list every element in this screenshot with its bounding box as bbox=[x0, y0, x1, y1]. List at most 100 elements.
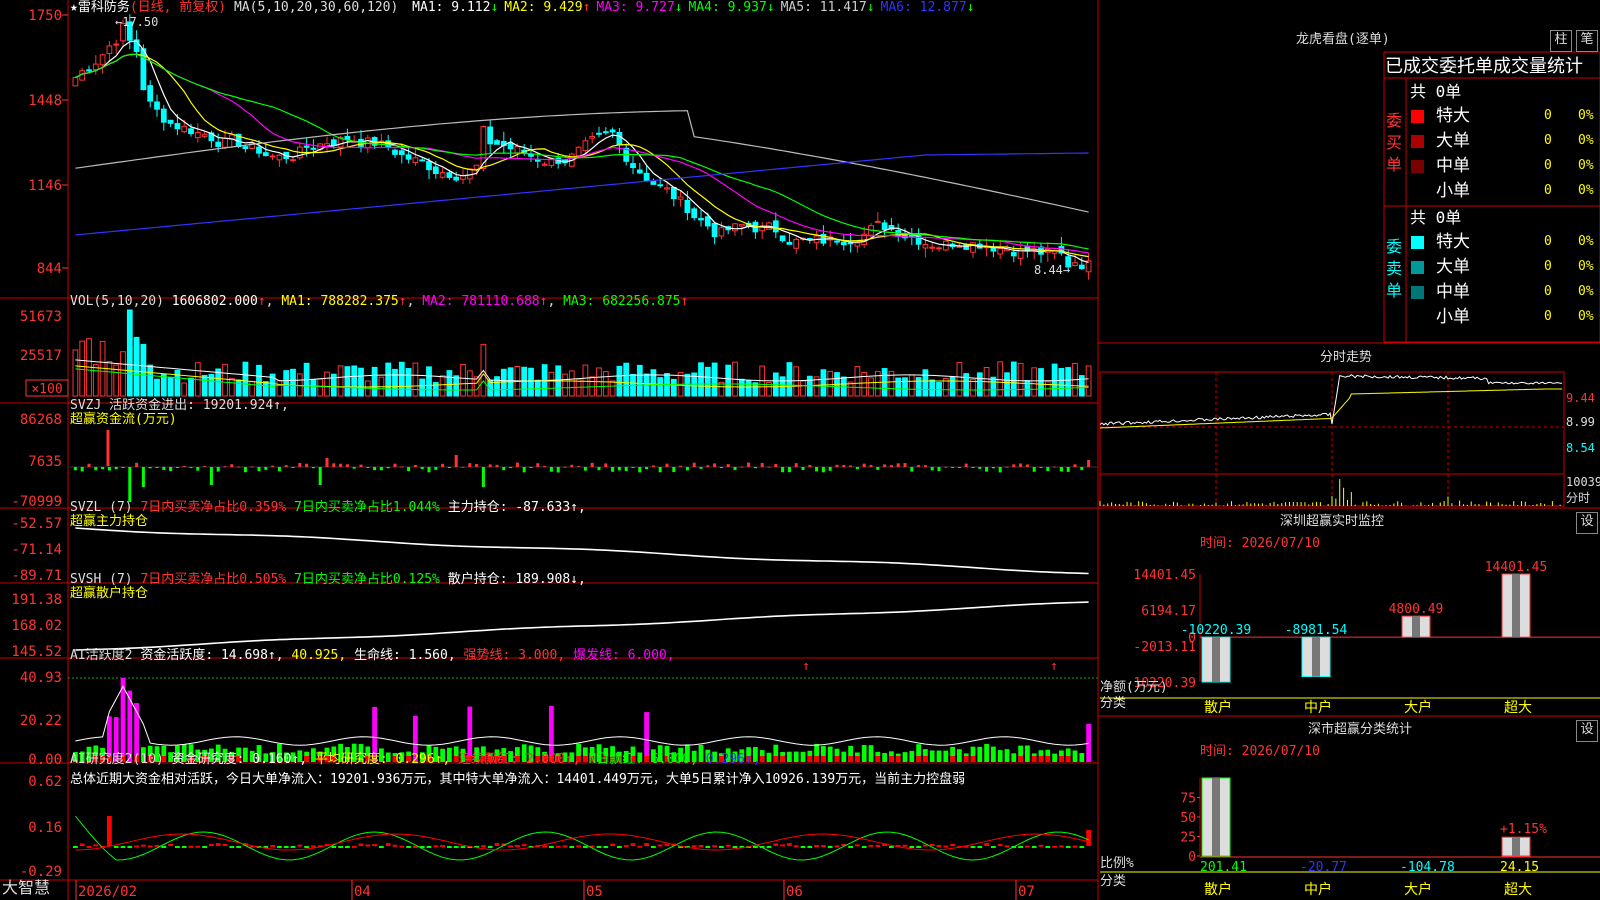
candle-body bbox=[657, 184, 664, 187]
svzj-bar bbox=[386, 467, 390, 469]
volume-bar bbox=[256, 364, 262, 397]
svzj-bar bbox=[597, 467, 601, 471]
svsh-y-tick-0: 191.38 bbox=[11, 592, 62, 608]
volume-bar bbox=[1024, 380, 1031, 397]
ai-research-bar bbox=[787, 843, 792, 846]
sz-class-cat-3: 超大 bbox=[1504, 882, 1532, 898]
svzj-bar bbox=[128, 467, 132, 502]
volume-bar bbox=[548, 371, 555, 397]
ai-research-bar bbox=[453, 846, 459, 848]
svzj-bar bbox=[420, 467, 424, 470]
ai-active-bar bbox=[120, 678, 126, 762]
brand-logo: 大智慧 bbox=[2, 878, 51, 897]
sz-monitor-settings-button[interactable]: 设 bbox=[1576, 512, 1598, 534]
ai-active-arrow-2: ↑ bbox=[1050, 659, 1058, 674]
sell-row-count: 0 bbox=[1544, 309, 1552, 324]
volume-bar bbox=[670, 378, 677, 397]
buy-row-name: 大单 bbox=[1436, 131, 1470, 151]
volume-bar bbox=[1085, 365, 1092, 397]
ai-active-base bbox=[848, 756, 853, 762]
svzj-bar bbox=[719, 467, 723, 468]
svzj-bar bbox=[679, 465, 683, 467]
sell-row-count: 0 bbox=[1544, 284, 1552, 299]
svzj-bar bbox=[1032, 467, 1036, 472]
ai-research-bar bbox=[630, 843, 636, 846]
volume-bar bbox=[337, 365, 344, 397]
svzj-bar bbox=[781, 467, 785, 473]
volume-bar bbox=[262, 381, 269, 397]
volume-bar bbox=[908, 374, 915, 397]
buy-row-pct: 0% bbox=[1578, 133, 1594, 148]
ai-research-bar bbox=[195, 845, 201, 848]
ai-research-bar bbox=[1025, 845, 1030, 848]
volume-bar bbox=[79, 340, 86, 397]
ai-active-base bbox=[807, 756, 813, 762]
stock-title[interactable]: ★雷科防务 bbox=[70, 0, 130, 15]
intraday-title: 分时走势 bbox=[1320, 350, 1373, 365]
svzj-bar bbox=[740, 466, 744, 468]
sz-class-y-tick-0: 75 bbox=[1180, 792, 1196, 807]
svzj-bar bbox=[971, 467, 975, 468]
bar-mode-button[interactable]: 柱 bbox=[1550, 30, 1572, 52]
svzj-bar bbox=[536, 463, 540, 467]
volume-bar bbox=[290, 368, 296, 397]
ai-active-bar bbox=[1025, 745, 1030, 762]
candle-body bbox=[609, 129, 616, 133]
intraday-price-line bbox=[1099, 374, 1563, 426]
svzj-bar bbox=[114, 467, 118, 470]
sell-row-count: 0 bbox=[1544, 259, 1552, 274]
svzj-bar bbox=[80, 467, 84, 472]
svzj-bar bbox=[434, 467, 438, 470]
candle-body bbox=[834, 240, 840, 243]
volume-bar bbox=[500, 368, 507, 397]
sz-class-bar-shade-0 bbox=[1212, 778, 1220, 856]
period-label[interactable]: (日线, 前复权) bbox=[130, 0, 226, 15]
volume-bar bbox=[324, 371, 330, 397]
svzj-bar bbox=[223, 466, 227, 468]
volume-bar bbox=[1051, 363, 1058, 397]
volume-bar bbox=[1017, 362, 1024, 397]
svzj-bar bbox=[1066, 467, 1070, 472]
svzj-bar bbox=[250, 466, 254, 468]
svzj-bar bbox=[203, 466, 207, 468]
svzj-bar bbox=[271, 465, 275, 467]
ai-research-line-red bbox=[75, 833, 1089, 851]
svzj-bar bbox=[345, 464, 349, 467]
svzj-bar bbox=[94, 467, 98, 471]
ai-research-bar bbox=[494, 843, 500, 846]
pen-mode-button[interactable]: 笔 bbox=[1576, 30, 1598, 52]
ai-research-bar bbox=[861, 846, 867, 848]
ai-active-bar bbox=[868, 745, 874, 762]
svzj-bar bbox=[808, 464, 812, 467]
candle-body bbox=[242, 146, 249, 150]
sell-color-swatch bbox=[1411, 236, 1424, 249]
svzj-bar bbox=[1039, 467, 1043, 468]
svzl-y-tick-2: -89.71 bbox=[11, 568, 62, 584]
svzj-bar bbox=[488, 464, 492, 467]
sz-class-value-2: -104.78 bbox=[1400, 860, 1455, 875]
ai-active-bar bbox=[936, 750, 942, 762]
volume-bar bbox=[154, 378, 160, 397]
volume-bar bbox=[922, 369, 929, 397]
volume-bar bbox=[120, 351, 126, 397]
sz-class-xlabel: 分类 bbox=[1100, 874, 1127, 889]
volume-bar bbox=[317, 378, 324, 397]
volume-bar bbox=[453, 375, 460, 397]
candle-body bbox=[215, 141, 222, 147]
ai-research-bar bbox=[290, 846, 296, 848]
buy-row-count: 0 bbox=[1544, 133, 1552, 148]
sz-class-settings-button[interactable]: 设 bbox=[1576, 720, 1598, 742]
ai-active-bar bbox=[929, 750, 935, 762]
candle-body bbox=[276, 154, 283, 161]
volume-bar bbox=[276, 380, 283, 397]
ai-summary: 总体近期大资金相对活跃，今日大单净流入：19201.936万元，其中特大单净流入… bbox=[70, 772, 966, 787]
ai-research-bar bbox=[181, 846, 187, 848]
ma1-line bbox=[75, 40, 1089, 263]
candle-body bbox=[405, 154, 412, 160]
ai-research-bar bbox=[943, 845, 949, 848]
ai-active-bar bbox=[902, 752, 908, 762]
svzj-bar bbox=[1059, 467, 1063, 472]
ai-research-bar bbox=[297, 844, 303, 847]
svzj-bar bbox=[978, 467, 982, 469]
volume-bar bbox=[405, 368, 412, 397]
